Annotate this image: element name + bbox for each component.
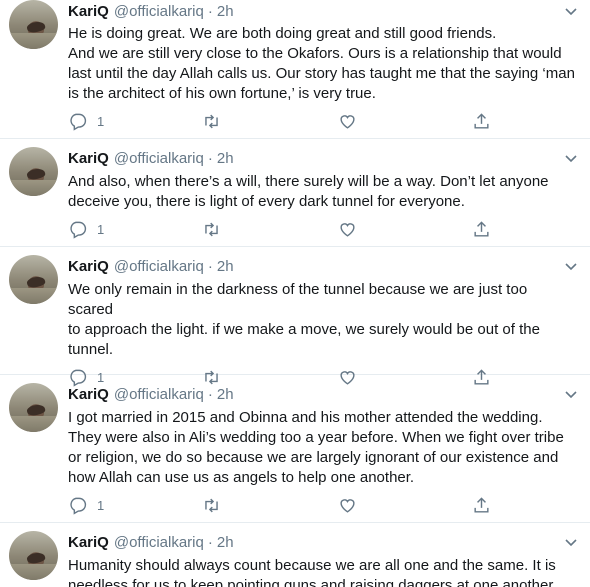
reply-button[interactable]: 1 <box>68 220 104 239</box>
timestamp[interactable]: 2h <box>217 2 234 22</box>
tweet-text-line: I got married in 2015 and Obinna and his… <box>68 409 543 426</box>
reply-icon <box>70 497 87 515</box>
share-icon <box>474 113 489 129</box>
timestamp[interactable]: 2h <box>217 385 234 405</box>
reply-button[interactable]: 1 <box>68 496 104 515</box>
separator-dot: · <box>207 3 213 20</box>
tweet-text-line: deceive you, there is light of every dar… <box>68 193 465 210</box>
timestamp[interactable]: 2h <box>217 149 234 169</box>
avatar[interactable] <box>9 0 58 49</box>
avatar[interactable] <box>9 383 58 432</box>
retweet-icon <box>205 498 218 513</box>
user-handle[interactable]: @officialkariq <box>114 2 204 22</box>
tweet-text-line: And also, when there’s a will, there sur… <box>68 173 549 190</box>
tweet-thread: KariQ @officialkariq · 2h He is doing gr… <box>0 0 590 587</box>
chevron-down-icon[interactable] <box>564 535 578 549</box>
tweet[interactable]: KariQ @officialkariq · 2h Humanity shoul… <box>0 523 590 587</box>
heart-icon <box>340 223 355 237</box>
avatar[interactable] <box>9 531 58 580</box>
tweet-text-line: We only remain in the darkness of the tu… <box>68 281 528 318</box>
tweet-text-line: how Allah can use us as angels to help o… <box>68 469 415 486</box>
retweet-button[interactable] <box>202 496 221 515</box>
share-button[interactable] <box>472 496 491 515</box>
chevron-down-icon[interactable] <box>564 151 578 165</box>
heart-icon <box>340 115 355 129</box>
display-name[interactable]: KariQ <box>68 257 109 277</box>
tweet-text-line: And we are still very close to the Okafo… <box>68 45 562 62</box>
retweet-button[interactable] <box>202 220 221 239</box>
chevron-down-icon[interactable] <box>564 387 578 401</box>
reply-icon <box>70 221 87 239</box>
separator-dot: · <box>207 150 213 167</box>
share-icon <box>474 497 489 513</box>
like-button[interactable] <box>338 496 357 515</box>
display-name[interactable]: KariQ <box>68 149 109 169</box>
display-name[interactable]: KariQ <box>68 2 109 22</box>
tweet-text-line: tunnel. <box>68 341 114 358</box>
like-button[interactable] <box>338 112 357 131</box>
user-handle[interactable]: @officialkariq <box>114 385 204 405</box>
chevron-down-icon[interactable] <box>564 4 578 18</box>
share-button[interactable] <box>472 112 491 131</box>
tweet-text-line: to approach the light. if we make a move… <box>68 321 540 338</box>
like-button[interactable] <box>338 220 357 239</box>
user-handle[interactable]: @officialkariq <box>114 149 204 169</box>
separator-dot: · <box>207 258 213 275</box>
retweet-button[interactable] <box>202 112 221 131</box>
tweet[interactable]: KariQ @officialkariq · 2h We only remain… <box>0 247 590 387</box>
retweet-icon <box>205 222 218 237</box>
display-name[interactable]: KariQ <box>68 533 109 553</box>
share-button[interactable] <box>472 220 491 239</box>
separator-dot: · <box>207 386 213 403</box>
tweet-text-line: He is doing great. We are both doing gre… <box>68 25 497 42</box>
tweet-text-line: is the architect of his own fortune,’ is… <box>68 85 376 102</box>
display-name[interactable]: KariQ <box>68 385 109 405</box>
reply-count: 1 <box>97 114 105 129</box>
tweet[interactable]: KariQ @officialkariq · 2h I got married … <box>0 375 590 523</box>
reply-icon <box>70 113 87 131</box>
retweet-icon <box>205 114 218 129</box>
tweet-text-line: needless for us to keep pointing guns an… <box>68 577 557 587</box>
share-icon <box>474 221 489 237</box>
avatar[interactable] <box>9 255 58 304</box>
timestamp[interactable]: 2h <box>217 257 234 277</box>
tweet[interactable]: KariQ @officialkariq · 2h He is doing gr… <box>0 0 590 139</box>
separator-dot: · <box>207 534 213 551</box>
tweet[interactable]: KariQ @officialkariq · 2h And also, when… <box>0 139 590 247</box>
tweet-text-line: They were also in Ali’s wedding too a ye… <box>68 429 564 446</box>
heart-icon <box>340 499 355 513</box>
reply-button[interactable]: 1 <box>68 112 104 131</box>
chevron-down-icon[interactable] <box>564 259 578 273</box>
user-handle[interactable]: @officialkariq <box>114 257 204 277</box>
reply-count: 1 <box>97 498 105 513</box>
user-handle[interactable]: @officialkariq <box>114 533 204 553</box>
tweet-text-line: Humanity should always count because we … <box>68 557 556 574</box>
timestamp[interactable]: 2h <box>217 533 234 553</box>
reply-count: 1 <box>97 222 105 237</box>
tweet-text-line: or religion, we do so because we are lar… <box>68 449 559 466</box>
avatar[interactable] <box>9 147 58 196</box>
tweet-text-line: last until the day Allah calls us. Our s… <box>68 65 575 82</box>
